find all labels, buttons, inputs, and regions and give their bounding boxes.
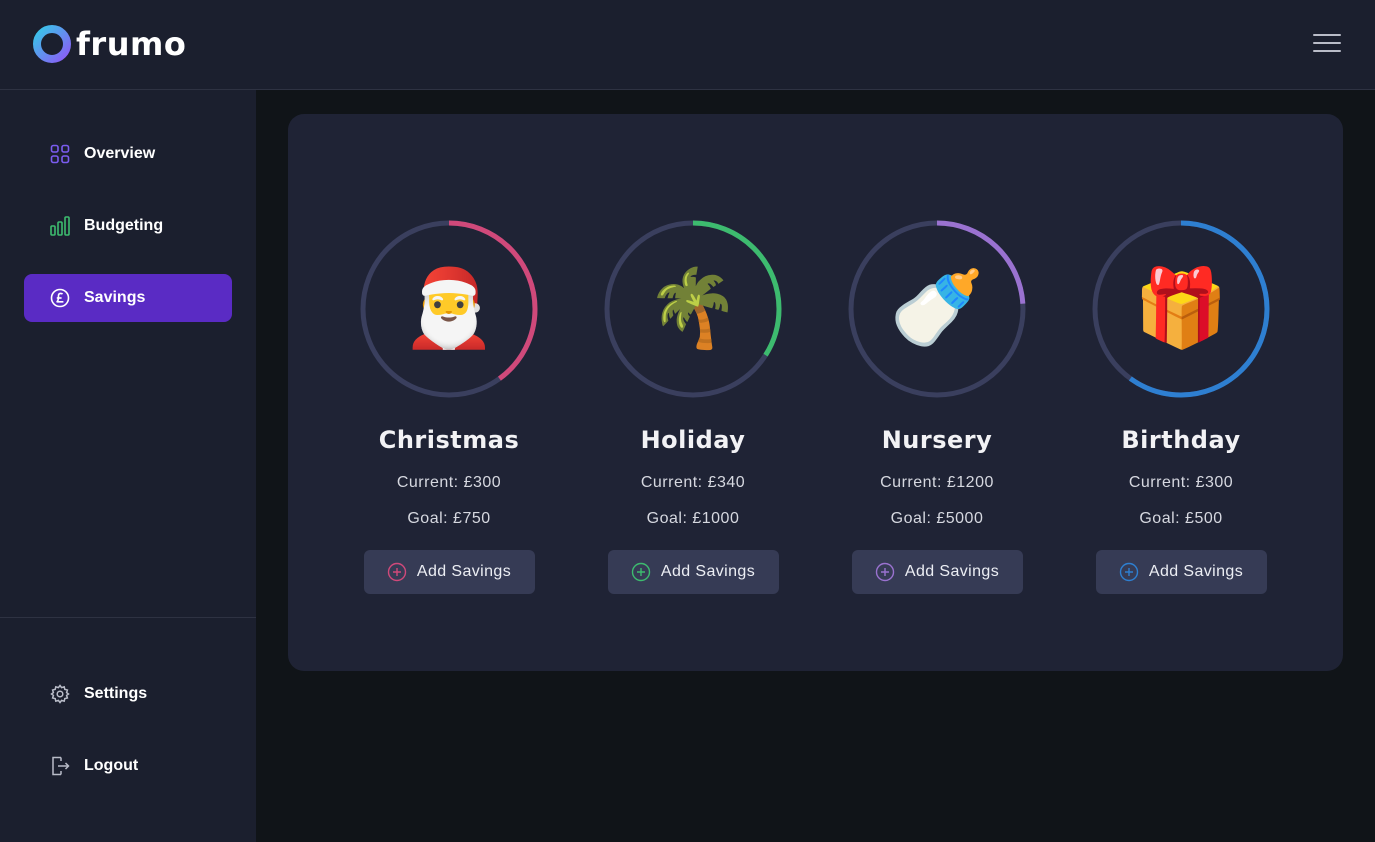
- sidebar-item-label: Logout: [84, 757, 139, 774]
- goal-target-amount: Goal: £5000: [890, 510, 984, 527]
- goal-card-holiday: 🌴 Holiday Current: £340 Goal: £1000 Add …: [571, 218, 815, 594]
- sidebar-item-label: Settings: [84, 685, 148, 702]
- sidebar-divider: [0, 617, 256, 618]
- add-savings-button[interactable]: Add Savings: [607, 550, 779, 594]
- goal-target-amount: Goal: £500: [1139, 510, 1223, 527]
- goal-target-amount: Goal: £750: [407, 510, 491, 527]
- add-savings-button[interactable]: Add Savings: [851, 550, 1023, 594]
- goal-title: Birthday: [1121, 426, 1241, 454]
- progress-ring: 🌴: [602, 218, 784, 400]
- progress-ring: 🎅: [358, 218, 540, 400]
- goal-card-nursery: 🍼 Nursery Current: £1200 Goal: £5000 Add…: [815, 218, 1059, 594]
- logout-icon: [50, 756, 70, 776]
- add-savings-button[interactable]: Add Savings: [1095, 550, 1267, 594]
- app-logo[interactable]: frumo: [32, 24, 186, 64]
- grid-icon: [50, 144, 70, 164]
- goal-target-amount: Goal: £1000: [646, 510, 740, 527]
- plus-circle-icon: [631, 562, 651, 582]
- goal-card-birthday: 🎁 Birthday Current: £300 Goal: £500 Add …: [1059, 218, 1303, 594]
- goal-current-amount: Current: £1200: [880, 474, 994, 491]
- add-savings-label: Add Savings: [416, 563, 512, 580]
- goal-title: Holiday: [640, 426, 746, 454]
- sidebar-item-settings[interactable]: Settings: [24, 670, 232, 718]
- add-savings-label: Add Savings: [660, 563, 756, 580]
- sidebar-item-label: Overview: [84, 145, 156, 162]
- add-savings-button[interactable]: Add Savings: [363, 550, 535, 594]
- plus-circle-icon: [1119, 562, 1139, 582]
- progress-ring: 🎁: [1090, 218, 1272, 400]
- sidebar-item-label: Budgeting: [84, 217, 164, 234]
- palm-tree-icon: 🌴: [645, 266, 741, 351]
- add-savings-label: Add Savings: [1148, 563, 1244, 580]
- sidebar-item-label: Savings: [84, 289, 146, 306]
- goal-current-amount: Current: £340: [640, 474, 746, 491]
- pound-coin-icon: [50, 288, 70, 308]
- sidebar-item-logout[interactable]: Logout: [24, 742, 232, 790]
- sidebar: Overview Budgeting Savings Settings Logo…: [0, 90, 256, 842]
- sidebar-item-budgeting[interactable]: Budgeting: [24, 202, 232, 250]
- plus-circle-icon: [875, 562, 895, 582]
- goal-card-christmas: 🎅 Christmas Current: £300 Goal: £750 Add…: [327, 218, 571, 594]
- goal-current-amount: Current: £300: [396, 474, 502, 491]
- app-name: frumo: [76, 25, 187, 63]
- goal-current-amount: Current: £300: [1128, 474, 1234, 491]
- progress-ring: 🍼: [846, 218, 1028, 400]
- gear-icon: [50, 684, 70, 704]
- baby-bottle-icon: 🍼: [889, 266, 985, 351]
- hamburger-menu-icon[interactable]: [1313, 34, 1341, 54]
- goal-title: Nursery: [881, 426, 993, 454]
- plus-circle-icon: [387, 562, 407, 582]
- sidebar-item-savings[interactable]: Savings: [24, 274, 232, 322]
- goal-title: Christmas: [378, 426, 520, 454]
- logo-ring-icon: [33, 25, 71, 63]
- savings-goals-card: 🎅 Christmas Current: £300 Goal: £750 Add…: [288, 114, 1343, 671]
- top-bar: frumo: [0, 0, 1375, 90]
- add-savings-label: Add Savings: [904, 563, 1000, 580]
- santa-hat-icon: 🎅: [401, 266, 497, 351]
- bar-chart-icon: [50, 216, 70, 236]
- gift-icon: 🎁: [1133, 266, 1229, 351]
- sidebar-item-overview[interactable]: Overview: [24, 130, 232, 178]
